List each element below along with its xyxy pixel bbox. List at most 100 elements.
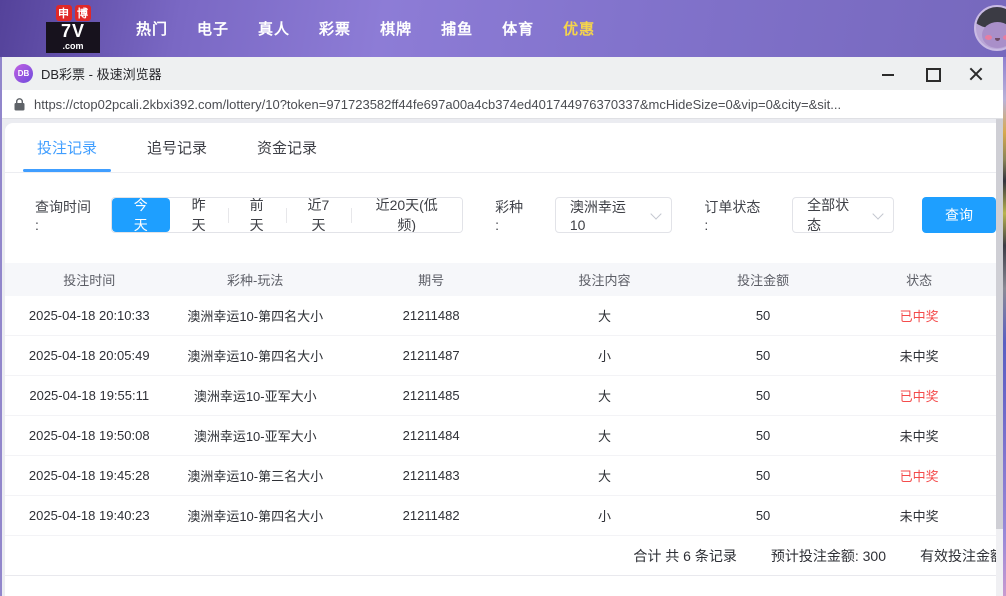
- table-row: 2025-04-18 19:45:28 澳洲幸运10-第三名大小 2121148…: [5, 456, 996, 496]
- url-text[interactable]: https://ctop02pcali.2kbxi392.com/lottery…: [34, 97, 841, 112]
- cell-game-play: 澳洲幸运10-第四名大小: [173, 506, 337, 525]
- cell-bet-amount: 50: [684, 308, 843, 323]
- logo-domain: .com: [46, 41, 100, 53]
- site-header: 申 博 7V .com 热门 电子 真人 彩票 棋牌 捕鱼 体育 优惠: [0, 0, 1006, 57]
- header-game-play: 彩种-玩法: [173, 270, 337, 289]
- cell-bet-time: 2025-04-18 19:50:08: [5, 428, 173, 443]
- nav-item[interactable]: 捕鱼: [441, 18, 473, 39]
- cell-bet-content: 大: [525, 306, 684, 325]
- scrollbar-thumb[interactable]: [996, 119, 1003, 529]
- site-nav: 热门 电子 真人 彩票 棋牌 捕鱼 体育 优惠: [136, 18, 595, 39]
- lottery-select-value: 澳洲幸运10: [570, 197, 642, 233]
- avatar[interactable]: [974, 5, 1006, 51]
- minimize-button[interactable]: [881, 67, 895, 81]
- cell-status: 未中奖: [842, 506, 996, 525]
- time-filter-label: 查询时间 :: [35, 197, 99, 233]
- cell-issue: 21211488: [337, 308, 525, 323]
- browser-window: DB DB彩票 - 极速浏览器 https://ctop02pcali.2kbx…: [0, 57, 1003, 596]
- db-logo-icon: DB: [14, 64, 33, 83]
- cell-issue: 21211484: [337, 428, 525, 443]
- time-filter-button[interactable]: 前天: [228, 198, 286, 232]
- summary-expected-amount: 预计投注金额: 300: [771, 546, 886, 566]
- tab-chase-records[interactable]: 追号记录: [145, 123, 209, 172]
- order-status-value: 全部状态: [807, 195, 863, 235]
- cell-bet-time: 2025-04-18 19:55:11: [5, 388, 173, 403]
- order-status-select[interactable]: 全部状态: [792, 197, 894, 233]
- cell-bet-amount: 50: [684, 348, 843, 363]
- cell-bet-time: 2025-04-18 20:10:33: [5, 308, 173, 323]
- tab-bet-records[interactable]: 投注记录: [35, 123, 99, 172]
- logo-badge-2: 博: [75, 5, 91, 21]
- maximize-button[interactable]: [925, 67, 939, 81]
- time-filter-button[interactable]: 今天: [112, 198, 170, 232]
- filter-bar: 查询时间 : 今天昨天前天近7天近20天(低频) 彩种 : 澳洲幸运10 订单状…: [35, 197, 996, 233]
- logo-brand: 7V: [46, 22, 100, 41]
- cell-issue: 21211483: [337, 468, 525, 483]
- lock-icon: [14, 98, 25, 111]
- time-filter-button[interactable]: 近7天: [286, 198, 352, 232]
- cell-game-play: 澳洲幸运10-亚军大小: [173, 386, 337, 405]
- summary-valid-amount: 有效投注金额: [920, 546, 996, 566]
- page-content: 投注记录 追号记录 资金记录 查询时间 : 今天昨天前天近7天近20天(低频) …: [2, 119, 1003, 596]
- cell-issue: 21211485: [337, 388, 525, 403]
- cell-status: 未中奖: [842, 426, 996, 445]
- tab-fund-records[interactable]: 资金记录: [255, 123, 319, 172]
- nav-item[interactable]: 优惠: [563, 18, 595, 39]
- time-filter-button[interactable]: 近20天(低频): [351, 198, 462, 232]
- summary-total: 合计 共 6 条记录: [633, 546, 736, 566]
- cell-bet-amount: 50: [684, 428, 843, 443]
- cell-issue: 21211482: [337, 508, 525, 523]
- cell-bet-content: 小: [525, 346, 684, 365]
- cell-status: 已中奖: [842, 466, 996, 485]
- cell-game-play: 澳洲幸运10-亚军大小: [173, 426, 337, 445]
- cell-bet-time: 2025-04-18 19:45:28: [5, 468, 173, 483]
- avatar-blush: [985, 35, 992, 40]
- nav-item[interactable]: 热门: [136, 18, 168, 39]
- cell-bet-time: 2025-04-18 20:05:49: [5, 348, 173, 363]
- header-issue: 期号: [337, 270, 525, 289]
- cell-game-play: 澳洲幸运10-第四名大小: [173, 346, 337, 365]
- table-row: 2025-04-18 19:50:08 澳洲幸运10-亚军大小 21211484…: [5, 416, 996, 456]
- table-row: 2025-04-18 20:10:33 澳洲幸运10-第四名大小 2121148…: [5, 296, 996, 336]
- time-filter-button[interactable]: 昨天: [170, 198, 228, 232]
- nav-item[interactable]: 彩票: [319, 18, 351, 39]
- cell-bet-content: 大: [525, 426, 684, 445]
- header-bet-content: 投注内容: [525, 270, 684, 289]
- nav-item[interactable]: 真人: [258, 18, 290, 39]
- nav-item[interactable]: 体育: [502, 18, 534, 39]
- table-header: 投注时间 彩种-玩法 期号 投注内容 投注金额 状态: [5, 263, 996, 296]
- nav-item[interactable]: 棋牌: [380, 18, 412, 39]
- record-tabs: 投注记录 追号记录 资金记录: [5, 123, 996, 173]
- cell-bet-content: 大: [525, 386, 684, 405]
- cell-game-play: 澳洲幸运10-第三名大小: [173, 466, 337, 485]
- chevron-down-icon: [872, 208, 883, 219]
- window-title: DB彩票 - 极速浏览器: [41, 64, 162, 83]
- header-status: 状态: [842, 270, 996, 289]
- time-filter-group: 今天昨天前天近7天近20天(低频): [111, 197, 463, 233]
- logo-badge-1: 申: [56, 5, 72, 21]
- cell-issue: 21211487: [337, 348, 525, 363]
- chevron-down-icon: [651, 208, 662, 219]
- site-logo[interactable]: 申 博 7V .com: [46, 5, 100, 53]
- close-button[interactable]: [969, 67, 983, 81]
- vertical-scrollbar[interactable]: [996, 119, 1003, 596]
- cell-status: 未中奖: [842, 346, 996, 365]
- logo-badges: 申 博: [46, 5, 100, 21]
- header-bet-amount: 投注金额: [684, 270, 843, 289]
- cell-bet-time: 2025-04-18 19:40:23: [5, 508, 173, 523]
- lottery-select[interactable]: 澳洲幸运10: [555, 197, 673, 233]
- cell-status: 已中奖: [842, 306, 996, 325]
- records-table: 投注时间 彩种-玩法 期号 投注内容 投注金额 状态 2025-04-18 20…: [5, 263, 996, 536]
- table-body: 2025-04-18 20:10:33 澳洲幸运10-第四名大小 2121148…: [5, 296, 996, 536]
- nav-item[interactable]: 电子: [197, 18, 229, 39]
- records-panel: 投注记录 追号记录 资金记录 查询时间 : 今天昨天前天近7天近20天(低频) …: [5, 123, 996, 596]
- window-controls: [881, 67, 987, 81]
- address-bar[interactable]: https://ctop02pcali.2kbxi392.com/lottery…: [2, 90, 1003, 119]
- query-button[interactable]: 查询: [922, 197, 996, 233]
- order-status-label: 订单状态 :: [704, 197, 768, 233]
- lottery-filter-label: 彩种 :: [495, 197, 531, 233]
- cell-game-play: 澳洲幸运10-第四名大小: [173, 306, 337, 325]
- header-bet-time: 投注时间: [5, 270, 173, 289]
- cell-bet-content: 小: [525, 506, 684, 525]
- table-summary: 合计 共 6 条记录 预计投注金额: 300 有效投注金额: [5, 536, 996, 576]
